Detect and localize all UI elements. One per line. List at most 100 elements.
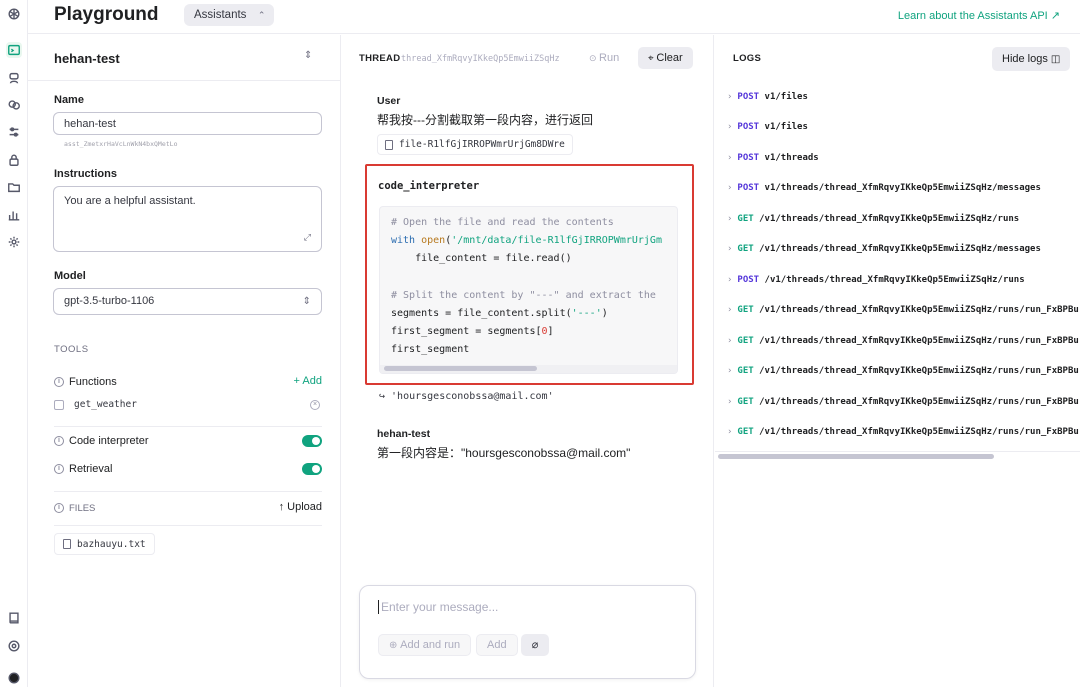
chevron-right-icon: ›: [727, 397, 733, 407]
instructions-label: Instructions: [54, 168, 117, 180]
clear-button[interactable]: ⌖ Clear: [638, 47, 693, 69]
mode-select[interactable]: Assistants ⌃: [184, 4, 275, 26]
code-line: first_segment: [391, 344, 470, 355]
chevron-updown-icon[interactable]: ⇕: [304, 50, 312, 61]
code-scrollbar-thumb[interactable]: [384, 366, 537, 371]
lock-icon[interactable]: [6, 152, 22, 168]
chevron-right-icon: ›: [727, 214, 733, 224]
message-input[interactable]: [378, 600, 678, 614]
panel-icon: ◫: [1050, 54, 1061, 65]
instructions-textarea[interactable]: You are a helpful assistant. ⤢: [53, 186, 322, 252]
code-interpreter-toggle[interactable]: [302, 435, 322, 447]
attached-file-chip[interactable]: file-R1lfGjIRROPWmrUrjGm8DWre: [377, 134, 573, 155]
divider: [54, 426, 322, 427]
code-scrollbar[interactable]: [380, 365, 677, 373]
code-line: with open('/mnt/data/file-R1lfGjIRROPWmr…: [391, 235, 662, 246]
function-icon: [54, 399, 64, 410]
log-entry[interactable]: › GET /v1/threads/thread_XfmRqvyIKkeQp5Em…: [727, 397, 1079, 407]
model-select[interactable]: gpt-3.5-turbo-1106 ⇕: [53, 288, 322, 315]
code-line: first_segment = segments[0]: [391, 326, 554, 337]
run-button[interactable]: ⊙ Run: [581, 47, 627, 69]
logs-scrollbar-thumb[interactable]: [718, 454, 994, 459]
divider: [54, 525, 322, 526]
name-input[interactable]: [53, 112, 322, 135]
retrieval-row: i Retrieval: [54, 459, 322, 479]
log-entry[interactable]: › POST /v1/threads/thread_XfmRqvyIKkeQp5E…: [727, 275, 1025, 285]
info-icon[interactable]: i: [54, 503, 64, 513]
clear-label: Clear: [656, 52, 683, 64]
upload-button[interactable]: ↑ Upload: [279, 501, 322, 513]
assistant-message-text: 第一段内容是："hoursgesconobssa@mail.com": [377, 446, 631, 460]
logs-scrollbar[interactable]: [715, 451, 1080, 459]
log-entry[interactable]: › GET /v1/threads/thread_XfmRqvyIKkeQp5Em…: [727, 305, 1079, 315]
sliders-icon[interactable]: [6, 124, 22, 140]
chevron-updown-icon: ⇕: [302, 296, 311, 307]
chevron-right-icon: ›: [727, 153, 733, 163]
functions-label: Functions: [69, 376, 117, 388]
log-entry[interactable]: › GET /v1/threads/thread_XfmRqvyIKkeQp5Em…: [727, 214, 1019, 224]
model-label: Model: [54, 270, 86, 282]
code-interpreter-highlight: code_interpreter # Open the file and rea…: [365, 164, 694, 385]
attached-file-name: file-R1lfGjIRROPWmrUrjGm8DWre: [399, 139, 565, 150]
icon-rail: [0, 0, 28, 687]
help-icon[interactable]: [6, 638, 22, 654]
tool-call-title: code_interpreter: [378, 180, 480, 192]
info-icon[interactable]: i: [54, 436, 64, 446]
chevron-updown-icon: ⌃: [257, 10, 266, 20]
paperclip-icon[interactable]: ⌀: [521, 634, 549, 656]
log-entry[interactable]: › POST v1/threads/thread_XfmRqvyIKkeQp5Em…: [727, 183, 1041, 193]
learn-assistants-api-link[interactable]: Learn about the Assistants API ↗: [898, 9, 1060, 22]
thread-heading: THREAD: [359, 53, 401, 64]
user-message-text: 帮我按---分割截取第一段内容，进行返回: [377, 113, 593, 127]
function-name: get_weather: [74, 399, 137, 410]
chevron-right-icon: ›: [727, 183, 733, 193]
tools-heading: TOOLS: [54, 344, 89, 355]
log-entry[interactable]: › POST v1/files: [727, 122, 808, 132]
code-block: # Open the file and read the contents wi…: [379, 206, 678, 374]
file-item[interactable]: bazhauyu.txt: [54, 533, 155, 555]
gear-icon[interactable]: [6, 234, 22, 250]
log-entry[interactable]: › POST v1/threads: [727, 153, 819, 163]
avatar[interactable]: [6, 670, 22, 686]
add-and-run-button[interactable]: ⊕ Add and run: [378, 634, 472, 656]
log-entry[interactable]: › GET /v1/threads/thread_XfmRqvyIKkeQp5Em…: [727, 427, 1079, 437]
name-label: Name: [54, 94, 84, 106]
chat-icon[interactable]: [6, 97, 22, 113]
add-message-button[interactable]: Add: [476, 634, 518, 656]
message-composer: ⊕ Add and run Add ⌀: [359, 585, 696, 679]
chevron-right-icon: ›: [727, 92, 733, 102]
chevron-right-icon: ›: [727, 305, 733, 315]
logs-panel: LOGS Hide logs ◫ › POST v1/files › POST v1…: [715, 35, 1080, 687]
openai-logo-icon[interactable]: [6, 6, 22, 22]
run-label: Run: [599, 52, 620, 64]
function-item[interactable]: get_weather: [54, 399, 137, 410]
resize-icon[interactable]: ⤢: [304, 232, 311, 243]
code-line: # Open the file and read the contents: [391, 217, 614, 228]
log-entry[interactable]: › GET /v1/threads/thread_XfmRqvyIKkeQp5Em…: [727, 244, 1041, 254]
assistant-icon[interactable]: [6, 70, 22, 86]
hide-logs-button[interactable]: Hide logs ◫: [992, 47, 1071, 71]
remove-function-icon[interactable]: ×: [310, 400, 320, 410]
bar-chart-icon[interactable]: [6, 207, 22, 223]
assistant-selector-label[interactable]: hehan-test: [54, 51, 120, 66]
play-icon: ⊙: [589, 53, 600, 63]
log-entry[interactable]: › POST v1/files: [727, 92, 808, 102]
code-interpreter-row: i Code interpreter: [54, 431, 322, 451]
info-icon[interactable]: i: [54, 464, 64, 474]
log-entry[interactable]: › GET /v1/threads/thread_XfmRqvyIKkeQp5Em…: [727, 336, 1079, 346]
page-title: Playground: [54, 4, 159, 25]
logs-heading: LOGS: [733, 53, 762, 64]
terminal-icon[interactable]: [6, 42, 22, 58]
folder-icon[interactable]: [6, 179, 22, 195]
hide-logs-label: Hide logs: [1002, 53, 1048, 65]
retrieval-toggle[interactable]: [302, 463, 322, 475]
document-icon: [385, 139, 393, 150]
book-icon[interactable]: [6, 610, 22, 626]
chevron-right-icon: ›: [727, 427, 733, 437]
log-entry[interactable]: › GET /v1/threads/thread_XfmRqvyIKkeQp5Em…: [727, 366, 1079, 376]
code-line: segments = file_content.split('---'): [391, 308, 608, 319]
code-interpreter-label: Code interpreter: [69, 435, 149, 447]
info-icon[interactable]: i: [54, 377, 64, 387]
add-function-button[interactable]: + Add: [294, 375, 322, 387]
divider: [28, 80, 340, 81]
